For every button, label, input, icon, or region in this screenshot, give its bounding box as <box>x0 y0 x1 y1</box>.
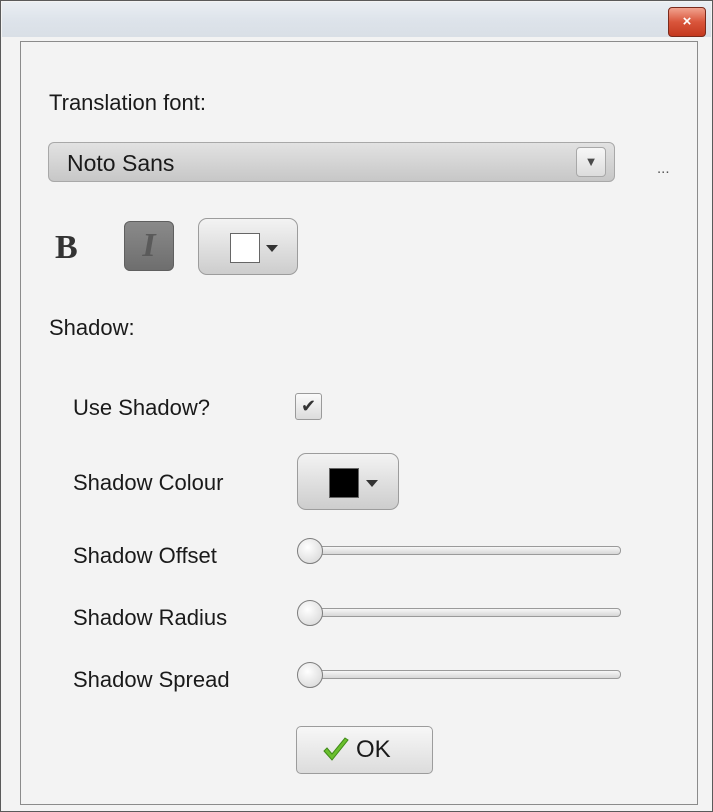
close-button[interactable]: × <box>668 7 706 37</box>
shadow-spread-label: Shadow Spread <box>73 667 230 692</box>
slider-thumb[interactable] <box>297 538 323 564</box>
font-select[interactable]: Noto Sans ▼ <box>48 142 615 182</box>
italic-toggle-label: I <box>142 227 156 264</box>
dialog-content: Translation font: Noto Sans ▼ ... B I Sh… <box>20 41 698 805</box>
more-fonts-button[interactable]: ... <box>657 160 670 177</box>
slider-thumb[interactable] <box>297 600 323 626</box>
title-bar: × <box>2 2 711 37</box>
ok-button[interactable]: OK <box>296 726 433 774</box>
font-select-value: Noto Sans <box>67 150 175 176</box>
shadow-radius-slider[interactable] <box>297 600 621 626</box>
ok-button-label: OK <box>356 736 391 763</box>
shadow-section-label: Shadow: <box>49 315 135 340</box>
shadow-offset-label: Shadow Offset <box>73 543 217 568</box>
italic-toggle-button[interactable]: I <box>124 221 174 271</box>
use-shadow-label: Use Shadow? <box>73 395 210 420</box>
slider-track <box>305 546 621 555</box>
dialog-window: × Translation font: Noto Sans ▼ ... B I … <box>0 0 713 812</box>
shadow-colour-picker-button[interactable] <box>297 453 399 510</box>
chevron-down-icon <box>266 245 278 252</box>
font-color-swatch <box>230 233 260 263</box>
font-select-dropdown-button[interactable]: ▼ <box>576 147 606 177</box>
checkmark-icon: ✔ <box>300 396 317 416</box>
chevron-down-icon <box>366 480 378 487</box>
shadow-radius-label: Shadow Radius <box>73 605 228 630</box>
chevron-down-icon: ▼ <box>584 154 598 169</box>
shadow-spread-slider[interactable] <box>297 662 621 688</box>
slider-track <box>305 608 621 617</box>
close-icon: × <box>682 13 692 30</box>
translation-font-label: Translation font: <box>49 90 206 115</box>
slider-track <box>305 670 621 679</box>
shadow-offset-slider[interactable] <box>297 538 621 564</box>
slider-thumb[interactable] <box>297 662 323 688</box>
checkmark-icon <box>323 737 349 761</box>
shadow-colour-label: Shadow Colour <box>73 470 224 495</box>
font-color-picker-button[interactable] <box>198 218 298 275</box>
bold-toggle-button[interactable]: B <box>55 228 78 268</box>
use-shadow-checkbox[interactable]: ✔ <box>295 393 322 420</box>
shadow-colour-swatch <box>329 468 359 498</box>
